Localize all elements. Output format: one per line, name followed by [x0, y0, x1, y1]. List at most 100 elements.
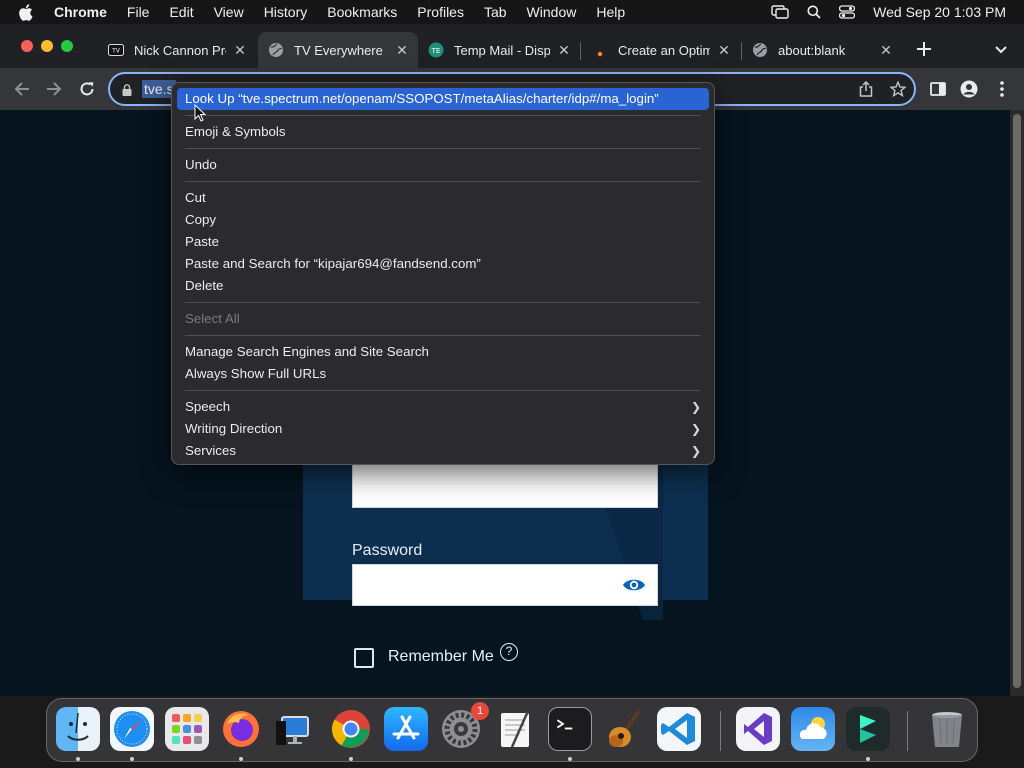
- textedit-icon[interactable]: [494, 707, 538, 751]
- firefox-icon[interactable]: [219, 707, 263, 751]
- remember-me-label: Remember Me: [388, 648, 494, 665]
- help-question-icon[interactable]: ?: [500, 643, 518, 661]
- tab-temp-mail[interactable]: TE Temp Mail - Disp ✕: [418, 32, 580, 68]
- close-icon[interactable]: ✕: [878, 42, 894, 58]
- ctx-manage-search-engines[interactable]: Manage Search Engines and Site Search: [177, 341, 709, 363]
- launchpad-icon[interactable]: [165, 707, 209, 751]
- side-panel-icon[interactable]: [927, 78, 949, 100]
- ctx-item-label: Writing Direction: [185, 421, 283, 436]
- dot-icon: [592, 42, 608, 58]
- menu-view[interactable]: View: [214, 0, 244, 24]
- chrome-tab-strip: TV Nick Cannon Pres ✕ TV Everywhere ✕ TE…: [0, 24, 1024, 68]
- tab-tv-everywhere[interactable]: TV Everywhere ✕: [258, 32, 418, 68]
- ctx-emoji-symbols[interactable]: Emoji & Symbols: [177, 121, 709, 143]
- remember-me-checkbox[interactable]: [354, 648, 374, 668]
- context-menu: Look Up “tve.spectrum.net/openam/SSOPOST…: [171, 82, 715, 465]
- close-icon[interactable]: ✕: [394, 42, 410, 58]
- running-indicator: [866, 757, 870, 761]
- ctx-copy[interactable]: Copy: [177, 209, 709, 231]
- tab-title: Nick Cannon Pres: [134, 42, 226, 58]
- tab-title: TV Everywhere: [294, 42, 383, 58]
- username-field[interactable]: [352, 465, 658, 508]
- menu-edit[interactable]: Edit: [169, 0, 193, 24]
- ctx-delete[interactable]: Delete: [177, 275, 709, 297]
- password-label: Password: [352, 542, 423, 559]
- more-menu-icon[interactable]: [991, 78, 1013, 100]
- trash-icon[interactable]: [925, 707, 969, 751]
- svg-text:TV: TV: [111, 48, 121, 55]
- ctx-writing-direction[interactable]: Writing Direction ❯: [177, 418, 709, 440]
- menu-help[interactable]: Help: [596, 0, 625, 24]
- ctx-select-all: Select All: [185, 311, 240, 326]
- profile-avatar-icon[interactable]: [958, 78, 980, 100]
- finder-icon[interactable]: [56, 707, 100, 751]
- chevron-right-icon: ❯: [690, 444, 701, 458]
- close-icon[interactable]: ✕: [716, 42, 732, 58]
- app-menu-chrome[interactable]: Chrome: [54, 0, 107, 24]
- page-scrollbar[interactable]: [1010, 110, 1024, 696]
- screen-sharing-icon[interactable]: [274, 707, 318, 751]
- control-center-icon[interactable]: [839, 5, 856, 19]
- spotlight-search-icon[interactable]: [807, 5, 821, 19]
- close-icon[interactable]: ✕: [232, 42, 248, 58]
- forward-arrow-icon[interactable]: [43, 78, 65, 100]
- menubar-clock[interactable]: Wed Sep 20 1:03 PM: [873, 4, 1006, 20]
- visual-studio-icon[interactable]: [736, 707, 780, 751]
- filmora-icon[interactable]: [846, 707, 890, 751]
- apple-menu-icon[interactable]: [18, 0, 40, 24]
- close-icon[interactable]: ✕: [556, 42, 572, 58]
- ctx-always-show-full-urls[interactable]: Always Show Full URLs: [177, 363, 709, 385]
- menu-separator: [185, 181, 701, 182]
- notification-badge: 1: [471, 702, 489, 720]
- menu-separator: [185, 335, 701, 336]
- ctx-services[interactable]: Services ❯: [177, 440, 709, 462]
- tab-separator: [580, 42, 581, 60]
- tab-title: about:blank: [778, 42, 846, 58]
- macos-menubar: Chrome File Edit View History Bookmarks …: [0, 0, 1024, 24]
- new-tab-plus-icon[interactable]: [915, 40, 933, 58]
- window-minimize-button[interactable]: [41, 40, 53, 52]
- running-indicator: [76, 757, 80, 761]
- ctx-paste-and-search[interactable]: Paste and Search for “kipajar694@fandsen…: [177, 253, 709, 275]
- back-arrow-icon[interactable]: [11, 78, 33, 100]
- menu-history[interactable]: History: [264, 0, 308, 24]
- share-icon[interactable]: [855, 78, 877, 100]
- ctx-undo[interactable]: Undo: [177, 154, 709, 176]
- menu-tab[interactable]: Tab: [484, 0, 507, 24]
- chrome-icon[interactable]: [329, 707, 373, 751]
- safari-icon[interactable]: [110, 707, 154, 751]
- menu-file[interactable]: File: [127, 0, 150, 24]
- dock-separator: [907, 711, 908, 751]
- ctx-look-up[interactable]: Look Up “tve.spectrum.net/openam/SSOPOST…: [177, 88, 709, 110]
- tab-about-blank[interactable]: about:blank ✕: [742, 32, 902, 68]
- chevron-right-icon: ❯: [690, 400, 701, 414]
- chevron-right-icon: ❯: [690, 422, 701, 436]
- app-store-icon[interactable]: [384, 707, 428, 751]
- dock-separator: [720, 711, 721, 751]
- tab-create-optimu[interactable]: Create an Optimu ✕: [582, 32, 740, 68]
- menu-window[interactable]: Window: [527, 0, 577, 24]
- password-field[interactable]: [352, 564, 658, 606]
- svg-text:TE: TE: [431, 47, 441, 55]
- screen-mirroring-icon[interactable]: [771, 5, 789, 19]
- ctx-item-label: Services: [185, 443, 236, 458]
- scrollbar-thumb[interactable]: [1013, 114, 1021, 688]
- menu-profiles[interactable]: Profiles: [417, 0, 464, 24]
- vscode-icon[interactable]: [657, 707, 701, 751]
- weather-icon[interactable]: [791, 707, 835, 751]
- reload-icon[interactable]: [76, 78, 98, 100]
- menu-bookmarks[interactable]: Bookmarks: [327, 0, 397, 24]
- lock-icon[interactable]: [122, 83, 132, 101]
- ctx-cut[interactable]: Cut: [177, 187, 709, 209]
- ctx-speech[interactable]: Speech ❯: [177, 396, 709, 418]
- terminal-icon[interactable]: [548, 707, 592, 751]
- tab-search-chevron-down-icon[interactable]: [994, 42, 1010, 56]
- tab-nick-cannon[interactable]: TV Nick Cannon Pres ✕: [98, 32, 256, 68]
- show-password-eye-icon[interactable]: [622, 577, 646, 598]
- bookmark-star-icon[interactable]: [887, 78, 909, 100]
- garageband-guitar-icon[interactable]: [603, 707, 647, 751]
- window-zoom-button[interactable]: [61, 40, 73, 52]
- window-close-button[interactable]: [21, 40, 33, 52]
- ctx-paste[interactable]: Paste: [177, 231, 709, 253]
- tab-title: Create an Optimu: [618, 42, 710, 58]
